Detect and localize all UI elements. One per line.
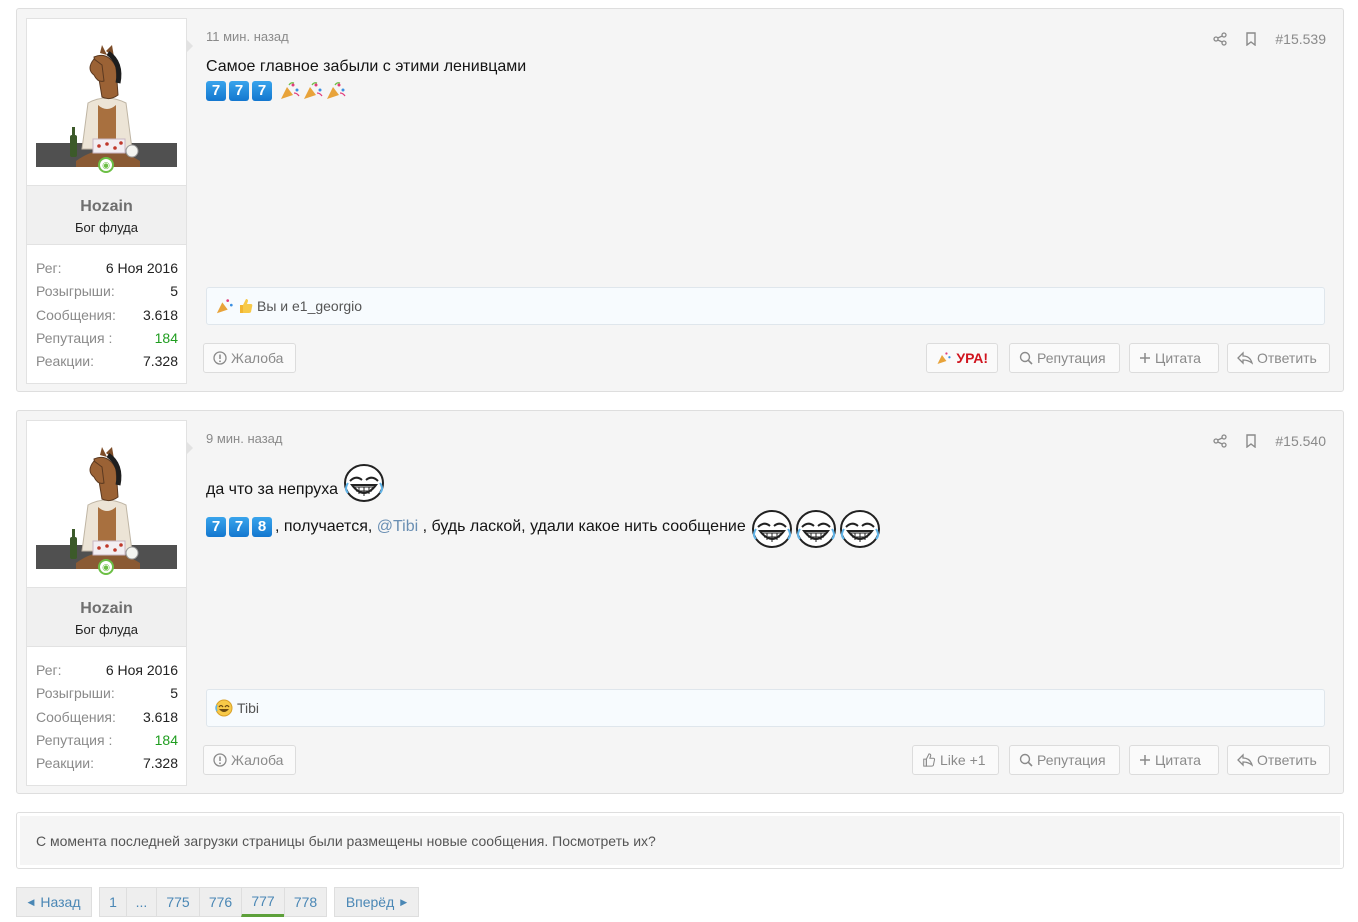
digit-key-icon: 7 bbox=[252, 81, 272, 101]
share-icon[interactable] bbox=[1213, 32, 1228, 46]
quote-button[interactable]: Цитата bbox=[1129, 343, 1219, 373]
reply-arrow-icon bbox=[1237, 351, 1253, 365]
reputation-button[interactable]: Репутация bbox=[1009, 745, 1120, 775]
user-title: Бог флуда bbox=[75, 220, 138, 235]
party-popper-icon bbox=[281, 82, 300, 99]
thumbs-up-icon bbox=[239, 298, 253, 314]
laughing-meme-face-icon bbox=[344, 464, 385, 502]
page-link[interactable]: 1 bbox=[99, 887, 127, 917]
new-messages-notice[interactable]: С момента последней загрузки страницы бы… bbox=[16, 812, 1344, 869]
post-actions: Жалоба УРА! Репутация Цитата Ответить bbox=[203, 343, 1330, 375]
user-stats: Рег: 6 Ноя 2016 Розыгрыши: 5 Сообщения: 3.6… bbox=[36, 257, 178, 373]
warning-circle-icon bbox=[213, 351, 227, 365]
post-content: да что за непруха 778, получается, @Tibi… bbox=[206, 459, 1325, 549]
report-button[interactable]: Жалоба bbox=[203, 745, 296, 775]
thumbs-up-icon bbox=[923, 753, 936, 767]
stat-messages: Сообщения: 3.618 bbox=[36, 708, 178, 725]
plus-icon bbox=[1140, 353, 1150, 363]
user-name-box: Hozain Бог флуда bbox=[27, 587, 186, 647]
stat-registered: Рег: 6 Ноя 2016 bbox=[36, 662, 178, 678]
search-icon bbox=[1019, 351, 1033, 365]
bookmark-icon[interactable] bbox=[1245, 32, 1257, 46]
post-meta-actions: #15.540 bbox=[1213, 433, 1326, 449]
user-mention-link[interactable]: @Tibi bbox=[377, 518, 418, 535]
reactions-bar[interactable]: Tibi bbox=[206, 689, 1325, 727]
username[interactable]: Hozain bbox=[27, 600, 186, 618]
laughing-meme-face-icon bbox=[840, 510, 881, 548]
post-text: Самое главное забыли с этими ленивцами bbox=[206, 58, 527, 75]
post-15539: ◉ Hozain Бог флуда Рег: 6 Ноя 2016 Розыгр… bbox=[16, 8, 1344, 392]
stat-reputation: Репутация :184 bbox=[36, 329, 178, 346]
like-button[interactable]: Like +1 bbox=[912, 745, 999, 775]
online-status-icon: ◉ bbox=[98, 157, 114, 173]
page-ellipsis[interactable]: ... bbox=[126, 887, 157, 917]
reactions-bar[interactable]: Вы и e1_georgio bbox=[206, 287, 1325, 325]
user-name-box: Hozain Бог флуда bbox=[27, 185, 186, 245]
chevron-right-icon: ▶ bbox=[400, 896, 408, 907]
stat-giveaways: Розыгрыши: 5 bbox=[36, 685, 178, 702]
share-icon[interactable] bbox=[1213, 434, 1228, 448]
digit-key-icon: 7 bbox=[206, 517, 226, 537]
next-page-button[interactable]: Вперёд ▶ bbox=[334, 887, 419, 917]
post-15540: ◉ Hozain Бог флуда Рег: 6 Ноя 2016 Розыгр… bbox=[16, 410, 1344, 794]
page-link[interactable]: 778 bbox=[284, 887, 327, 917]
user-avatar[interactable] bbox=[36, 445, 177, 573]
user-avatar[interactable] bbox=[36, 43, 177, 171]
post-meta-actions: #15.539 bbox=[1213, 31, 1326, 47]
username[interactable]: Hozain bbox=[27, 198, 186, 216]
post-number[interactable]: #15.539 bbox=[1275, 31, 1326, 47]
party-popper-icon bbox=[215, 297, 235, 315]
digit-key-icon: 7 bbox=[206, 81, 226, 101]
post-actions: Жалоба Like +1 Репутация Цитата Ответить bbox=[203, 745, 1330, 777]
laughing-meme-face-icon bbox=[796, 510, 837, 548]
reply-arrow-icon bbox=[1237, 753, 1253, 767]
online-status-icon: ◉ bbox=[98, 559, 114, 575]
post-text-line1: да что за непруха bbox=[206, 459, 1325, 503]
notice-text[interactable]: С момента последней загрузки страницы бы… bbox=[20, 816, 1340, 865]
stat-reactions: Реакции: 7.328 bbox=[36, 353, 178, 370]
prev-page-button[interactable]: ◀ Назад bbox=[16, 887, 92, 917]
user-info-panel: ◉ Hozain Бог флуда Рег: 6 Ноя 2016 Розыгр… bbox=[26, 420, 193, 786]
post-content: Самое главное забыли с этими ленивцами 7… bbox=[206, 57, 1325, 101]
laughing-meme-face-icon bbox=[752, 510, 793, 548]
digit-key-icon: 7 bbox=[229, 81, 249, 101]
reactions-text[interactable]: Вы и e1_georgio bbox=[257, 298, 362, 314]
chevron-left-icon: ◀ bbox=[27, 896, 35, 907]
search-icon bbox=[1019, 753, 1033, 767]
reputation-button[interactable]: Репутация bbox=[1009, 343, 1120, 373]
quote-button[interactable]: Цитата bbox=[1129, 745, 1219, 775]
reply-button[interactable]: Ответить bbox=[1227, 745, 1330, 775]
current-page[interactable]: 777 bbox=[241, 887, 285, 917]
page-link[interactable]: 776 bbox=[199, 887, 242, 917]
stat-messages: Сообщения: 3.618 bbox=[36, 306, 178, 323]
user-stats: Рег: 6 Ноя 2016 Розыгрыши: 5 Сообщения: 3.6… bbox=[36, 659, 178, 775]
post-time[interactable]: 9 мин. назад bbox=[206, 431, 282, 446]
party-popper-icon bbox=[304, 82, 323, 99]
post-emoji-line: 777 bbox=[206, 81, 1325, 101]
digit-key-icon: 8 bbox=[252, 517, 272, 537]
reply-button[interactable]: Ответить bbox=[1227, 343, 1330, 373]
digit-key-icon: 7 bbox=[229, 517, 249, 537]
report-button[interactable]: Жалоба bbox=[203, 343, 296, 373]
post-text-line2: 778, получается, @Tibi , будь лаской, уд… bbox=[206, 505, 1325, 549]
bookmark-icon[interactable] bbox=[1245, 434, 1257, 448]
stat-giveaways: Розыгрыши: 5 bbox=[36, 283, 178, 300]
user-title: Бог флуда bbox=[75, 622, 138, 637]
post-time[interactable]: 11 мин. назад bbox=[206, 29, 289, 44]
ura-reaction-button[interactable]: УРА! bbox=[926, 343, 998, 373]
warning-circle-icon bbox=[213, 753, 227, 767]
page-link[interactable]: 775 bbox=[156, 887, 200, 917]
user-info-panel: ◉ Hozain Бог флуда Рег: 6 Ноя 2016 Розыгр… bbox=[26, 18, 193, 384]
reactions-text[interactable]: Tibi bbox=[237, 700, 259, 716]
stat-registered: Рег: 6 Ноя 2016 bbox=[36, 260, 178, 276]
rofl-face-icon bbox=[215, 699, 233, 717]
post-number[interactable]: #15.540 bbox=[1275, 433, 1326, 449]
party-popper-icon bbox=[327, 82, 346, 99]
party-popper-icon bbox=[937, 352, 951, 364]
plus-icon bbox=[1140, 755, 1150, 765]
stat-reactions: Реакции: 7.328 bbox=[36, 755, 178, 772]
stat-reputation: Репутация :184 bbox=[36, 731, 178, 748]
